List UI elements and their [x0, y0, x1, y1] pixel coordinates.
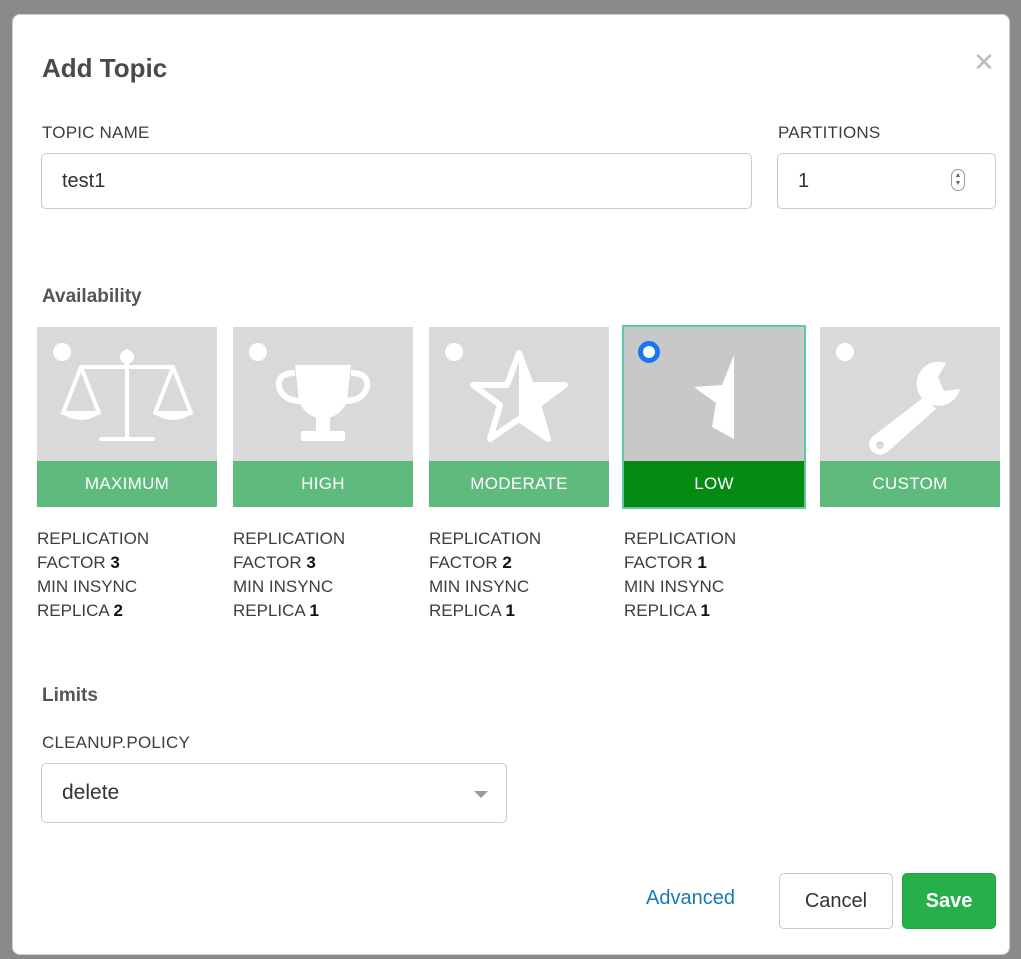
- factor-label: FACTOR: [37, 553, 106, 572]
- availability-info-high: REPLICATION FACTOR 3 MIN INSYNC REPLICA …: [233, 527, 413, 623]
- factor-row: FACTOR 1: [624, 551, 804, 575]
- availability-heading: Availability: [42, 286, 142, 307]
- option-label: MAXIMUM: [37, 461, 217, 507]
- limits-heading: Limits: [42, 685, 98, 706]
- replica-value: 1: [700, 601, 711, 620]
- availability-option-custom[interactable]: CUSTOM: [820, 327, 1000, 507]
- option-label: LOW: [624, 461, 804, 507]
- availability-option-moderate[interactable]: MODERATE: [429, 327, 609, 507]
- replica-label: REPLICA: [37, 601, 109, 620]
- partitions-stepper-icon[interactable]: ▲ ▼: [951, 169, 965, 191]
- dialog-title: Add Topic: [42, 53, 168, 83]
- close-icon[interactable]: ✕: [970, 48, 998, 76]
- factor-row: FACTOR 3: [37, 551, 217, 575]
- add-topic-dialog: Add Topic ✕ TOPIC NAME PARTITIONS ▲▼ Ava…: [12, 14, 1010, 955]
- radio-icon[interactable]: [53, 343, 71, 361]
- availability-info-low: REPLICATION FACTOR 1 MIN INSYNC REPLICA …: [624, 527, 804, 623]
- availability-option-maximum[interactable]: MAXIMUM: [37, 327, 217, 507]
- partitions-label: PARTITIONS: [778, 123, 881, 142]
- option-label: MODERATE: [429, 461, 609, 507]
- factor-label: FACTOR: [233, 553, 302, 572]
- cleanup-policy-label: CLEANUP.POLICY: [42, 733, 190, 752]
- replica-value: 1: [309, 601, 320, 620]
- replication-label: REPLICATION: [37, 529, 150, 548]
- replica-value: 1: [505, 601, 516, 620]
- radio-icon[interactable]: [445, 343, 463, 361]
- replica-row: REPLICA 1: [429, 599, 609, 623]
- factor-value: 3: [110, 553, 120, 572]
- availability-info-moderate: REPLICATION FACTOR 2 MIN INSYNC REPLICA …: [429, 527, 609, 623]
- option-label: CUSTOM: [820, 461, 1000, 507]
- radio-icon[interactable]: [249, 343, 267, 361]
- factor-row: FACTOR 3: [233, 551, 413, 575]
- insync-label: MIN INSYNC: [233, 577, 334, 596]
- save-button[interactable]: Save: [902, 873, 996, 929]
- cleanup-policy-select[interactable]: delete: [41, 763, 507, 823]
- insync-label: MIN INSYNC: [624, 577, 725, 596]
- replica-row: REPLICA 1: [624, 599, 804, 623]
- topic-name-input[interactable]: [41, 153, 752, 209]
- replication-label: REPLICATION: [624, 529, 737, 548]
- availability-info-maximum: REPLICATION FACTOR 3 MIN INSYNC REPLICA …: [37, 527, 217, 623]
- factor-label: FACTOR: [624, 553, 693, 572]
- factor-value: 3: [306, 553, 316, 572]
- availability-option-high[interactable]: HIGH: [233, 327, 413, 507]
- radio-icon[interactable]: [836, 343, 854, 361]
- factor-label: FACTOR: [429, 553, 498, 572]
- replica-label: REPLICA: [233, 601, 305, 620]
- replica-label: REPLICA: [624, 601, 696, 620]
- factor-row: FACTOR 2: [429, 551, 609, 575]
- replica-row: REPLICA 2: [37, 599, 217, 623]
- replication-label: REPLICATION: [233, 529, 346, 548]
- cleanup-policy-value: delete: [62, 781, 120, 804]
- radio-selected-icon[interactable]: [638, 341, 660, 363]
- advanced-link[interactable]: Advanced: [646, 887, 735, 910]
- partitions-field: ▲▼: [777, 153, 996, 209]
- replica-value: 2: [113, 601, 124, 620]
- cancel-button[interactable]: Cancel: [779, 873, 893, 929]
- availability-option-low[interactable]: LOW: [622, 325, 806, 509]
- replication-label: REPLICATION: [429, 529, 542, 548]
- topic-name-label: TOPIC NAME: [42, 123, 150, 142]
- replica-row: REPLICA 1: [233, 599, 413, 623]
- insync-label: MIN INSYNC: [429, 577, 530, 596]
- factor-value: 2: [502, 553, 512, 572]
- replica-label: REPLICA: [429, 601, 501, 620]
- insync-label: MIN INSYNC: [37, 577, 138, 596]
- option-label: HIGH: [233, 461, 413, 507]
- chevron-down-icon: [474, 791, 488, 798]
- factor-value: 1: [697, 553, 707, 572]
